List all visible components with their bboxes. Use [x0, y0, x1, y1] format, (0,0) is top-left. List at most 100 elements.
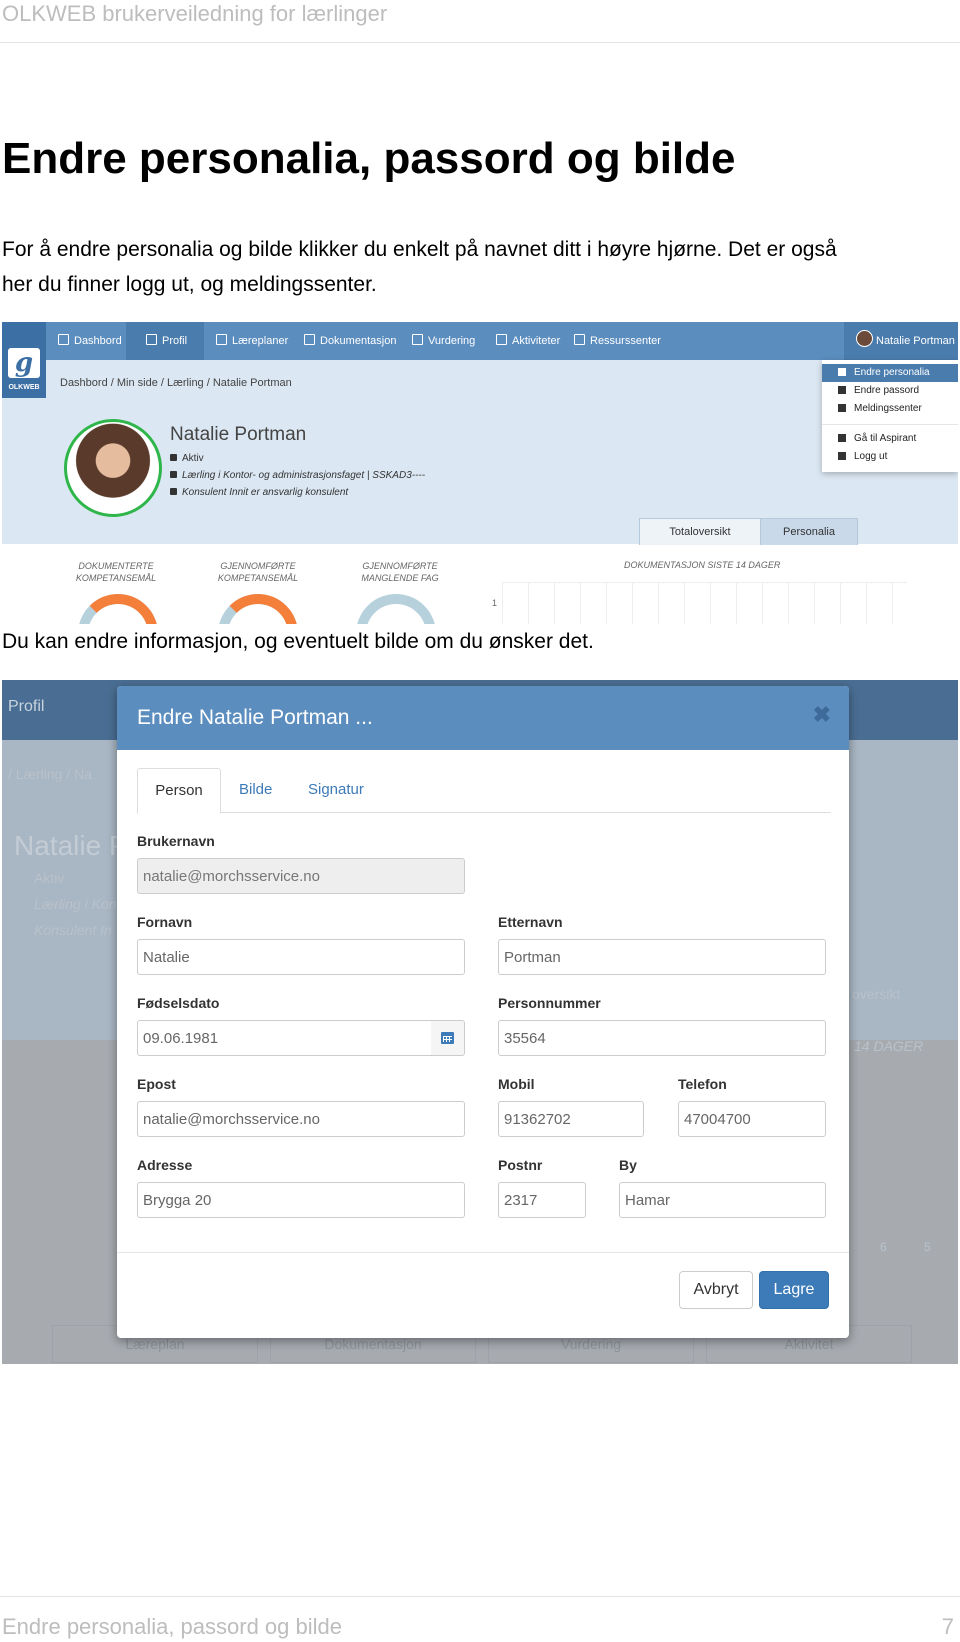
save-button[interactable]: Lagre — [759, 1271, 829, 1309]
profile-laerling: Lærling i Kontor- og administrasjonsfage… — [170, 470, 425, 481]
konsulent-text: Konsulent Innit er ansvarlig konsulent — [182, 487, 349, 498]
home-icon — [58, 334, 69, 345]
by-label: By — [619, 1157, 637, 1173]
background-chart-label: 14 DAGER — [854, 1038, 924, 1054]
etternavn-label: Etternavn — [498, 914, 563, 930]
brukernavn-field[interactable] — [137, 858, 465, 894]
chart-label: DOKUMENTASJON SISTE 14 DAGER — [624, 560, 781, 570]
background-tick: 5 — [924, 1240, 931, 1254]
user-dropdown-menu: Endre personalia Endre passord Meldingss… — [822, 360, 958, 472]
etternavn-field[interactable] — [498, 939, 826, 975]
adresse-field[interactable] — [137, 1182, 465, 1218]
edit-person-modal: Endre Natalie Portman ... ✖ Person Bilde… — [117, 686, 849, 1338]
fornavn-field[interactable] — [137, 939, 465, 975]
nav-label: Vurdering — [428, 335, 476, 347]
gauge-gjennomforte — [218, 594, 298, 624]
mobil-label: Mobil — [498, 1076, 535, 1092]
menu-item-ga-til-aspirant[interactable]: Gå til Aspirant — [822, 430, 958, 448]
gauge-arc — [78, 594, 158, 624]
menu-item-meldingssenter[interactable]: Meldingssenter — [822, 400, 958, 418]
page-header-text: OLKWEB brukerveiledning for lærlinger — [2, 1, 388, 26]
background-tab: oversikt — [852, 986, 901, 1002]
nav-item-vurdering[interactable]: Vurdering — [412, 322, 475, 360]
modal-title: Endre Natalie Portman ... — [137, 706, 373, 729]
nav-label: Profil — [162, 335, 188, 347]
menu-item-endre-personalia[interactable]: Endre personalia — [822, 364, 958, 382]
nav-item-laereplaner[interactable]: Læreplaner — [216, 322, 288, 360]
fornavn-label: Fornavn — [137, 914, 193, 930]
envelope-icon — [838, 404, 846, 412]
intro-paragraph: For å endre personalia og bilde klikker … — [2, 232, 952, 302]
adresse-label: Adresse — [137, 1157, 193, 1173]
modal-header: Endre Natalie Portman ... ✖ — [117, 686, 849, 750]
modal-tabs: Person Bilde Signatur — [137, 768, 831, 814]
stat-line: GJENNOMFØRTE — [362, 561, 438, 571]
menu-label: Meldingssenter — [854, 403, 922, 414]
modal-intro-paragraph: Du kan endre informasjon, og eventuelt b… — [2, 630, 594, 653]
fodselsdato-field[interactable] — [137, 1020, 432, 1056]
tab-totaloversikt[interactable]: Totaloversikt — [639, 518, 761, 545]
intro-line-2: her du finner logg ut, og meldingssenter… — [2, 273, 377, 296]
graduation-cap-icon — [170, 471, 177, 478]
tab-person[interactable]: Person — [137, 768, 221, 814]
cancel-button[interactable]: Avbryt — [679, 1271, 753, 1309]
menu-item-endre-passord[interactable]: Endre passord — [822, 382, 958, 400]
gauge-arc — [218, 594, 298, 624]
profile-name: Natalie Portman — [170, 424, 307, 445]
user-menu-toggle[interactable]: Natalie Portman — [844, 322, 958, 360]
stat-line: MANGLENDE FAG — [361, 573, 439, 583]
menu-label: Endre passord — [854, 385, 920, 396]
breadcrumb: Dashbord / Min side / Lærling / Natalie … — [60, 377, 292, 389]
page-header: OLKWEB brukerveiledning for lærlinger — [0, 0, 960, 43]
menu-item-logg-ut[interactable]: Logg ut — [822, 448, 958, 466]
gauge-dokumenterte — [78, 594, 158, 624]
background-tick: 6 — [880, 1240, 887, 1254]
page-number: 7 — [941, 1614, 954, 1639]
epost-field[interactable] — [137, 1101, 465, 1137]
close-icon[interactable]: ✖ — [813, 702, 831, 728]
fodselsdato-label: Fødselsdato — [137, 995, 220, 1011]
menu-label: Gå til Aspirant — [854, 433, 917, 444]
personnummer-label: Personnummer — [498, 995, 601, 1011]
nav-item-aktiviteter[interactable]: Aktiviteter — [496, 322, 560, 360]
logo-text: OLKWEB — [8, 384, 40, 391]
tab-signatur[interactable]: Signatur — [308, 768, 364, 812]
by-field[interactable] — [619, 1182, 826, 1218]
page-title: Endre personalia, passord og bilde — [2, 134, 736, 183]
folder-icon — [216, 334, 227, 345]
postnr-field[interactable] — [498, 1182, 586, 1218]
stat-line: KOMPETANSEMÅL — [75, 573, 157, 583]
tab-bilde[interactable]: Bilde — [239, 768, 272, 812]
nav-label: Dokumentasjon — [320, 335, 397, 347]
mobil-field[interactable] — [498, 1101, 644, 1137]
stat-gjennomforte-manglende-fag: GJENNOMFØRTE MANGLENDE FAG — [350, 560, 450, 584]
personnummer-field[interactable] — [498, 1020, 826, 1056]
sign-in-icon — [838, 434, 846, 442]
profile-konsulent: Konsulent Innit er ansvarlig konsulent — [170, 487, 348, 498]
stat-line: KOMPETANSEMÅL — [217, 573, 299, 583]
user-icon — [838, 368, 846, 376]
chart-grid — [502, 582, 907, 624]
background-breadcrumb: / Lærling / Na — [8, 766, 93, 782]
profile-photo — [64, 419, 162, 517]
nav-item-dokumentasjon[interactable]: Dokumentasjon — [304, 322, 396, 360]
nav-item-ressurssenter[interactable]: Ressurssenter — [574, 322, 661, 360]
nav-item-dashbord[interactable]: Dashbord — [46, 322, 126, 360]
telefon-field[interactable] — [678, 1101, 826, 1137]
menu-divider — [822, 424, 958, 425]
main-nav: Dashbord Profil Læreplaner Dokumentasjon… — [46, 322, 958, 360]
sign-out-icon — [838, 452, 846, 460]
user-avatar — [856, 330, 873, 347]
telefon-label: Telefon — [678, 1076, 727, 1092]
calendar-icon — [496, 334, 507, 345]
calendar-button[interactable] — [431, 1020, 465, 1056]
intro-line-1: For å endre personalia og bilde klikker … — [2, 238, 837, 261]
user-name: Natalie Portman — [876, 335, 955, 347]
nav-item-profil[interactable]: Profil — [126, 322, 204, 360]
status-text: Aktiv — [182, 453, 204, 464]
olkweb-logo[interactable]: g OLKWEB — [2, 322, 46, 398]
page-footer: Endre personalia, passord og bilde 7 — [0, 1596, 960, 1642]
tab-personalia[interactable]: Personalia — [760, 518, 858, 545]
file-icon — [574, 334, 585, 345]
background-konsulent: Konsulent In — [34, 922, 112, 938]
